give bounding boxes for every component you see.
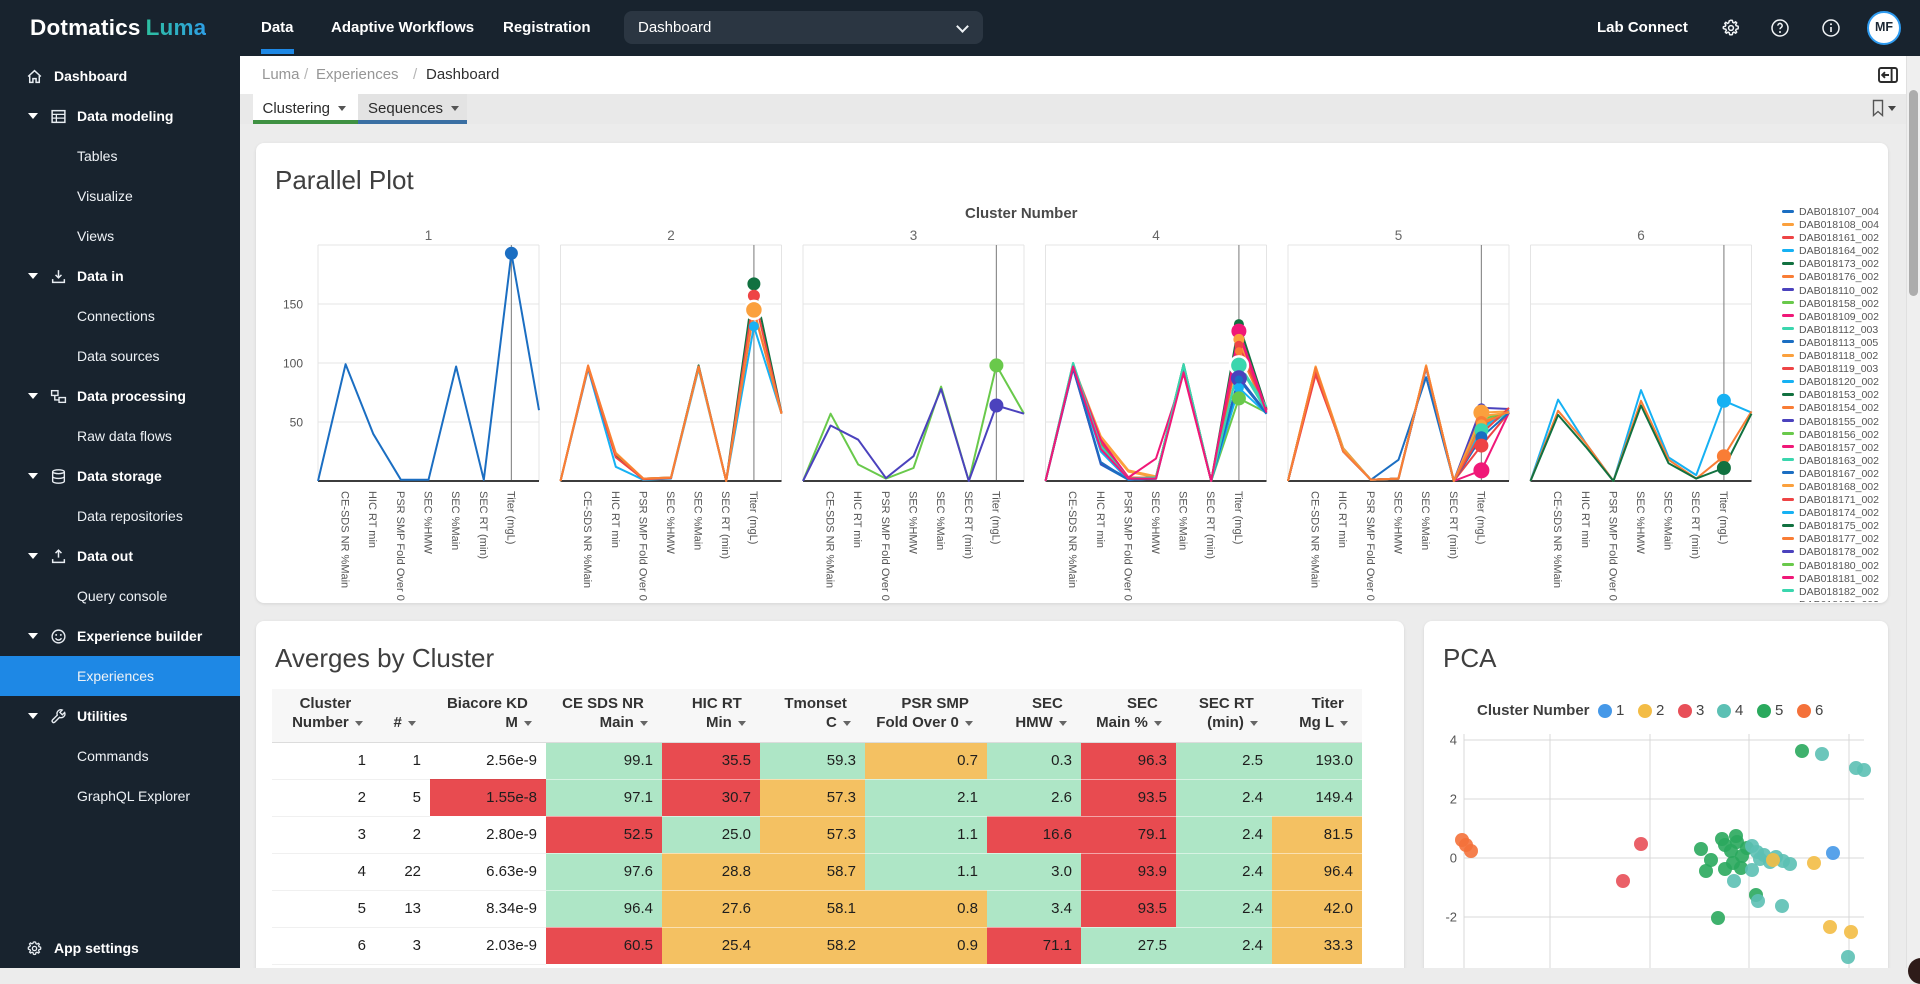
svg-text:50: 50 — [290, 416, 304, 430]
svg-text:CE-SDS NR %Main: CE-SDS NR %Main — [339, 491, 351, 588]
svg-text:PSR SMP Fold Over 0: PSR SMP Fold Over 0 — [394, 491, 406, 601]
svg-text:CE-SDS NR %Main: CE-SDS NR %Main — [1309, 491, 1321, 588]
svg-text:SEC %Main: SEC %Main — [692, 491, 704, 550]
svg-text:SEC RT (min): SEC RT (min) — [1447, 491, 1459, 559]
svg-text:PSR SMP Fold Over 0: PSR SMP Fold Over 0 — [1606, 491, 1618, 601]
svg-text:HIC RT min: HIC RT min — [1094, 491, 1106, 548]
svg-text:Titer (mgL): Titer (mgL) — [1717, 491, 1729, 544]
svg-text:HIC RT min: HIC RT min — [609, 491, 621, 548]
svg-text:HIC RT min: HIC RT min — [1336, 491, 1348, 548]
svg-text:SEC RT (min): SEC RT (min) — [1689, 491, 1701, 559]
svg-text:SEC RT (min): SEC RT (min) — [1204, 491, 1216, 559]
svg-text:SEC %Main: SEC %Main — [1419, 491, 1431, 550]
svg-text:Titer (mgL): Titer (mgL) — [1232, 491, 1244, 544]
svg-text:HIC RT min: HIC RT min — [366, 491, 378, 548]
svg-text:HIC RT min: HIC RT min — [1579, 491, 1591, 548]
svg-text:SEC %Main: SEC %Main — [1662, 491, 1674, 550]
svg-text:HIC RT min: HIC RT min — [851, 491, 863, 548]
svg-text:4: 4 — [1152, 228, 1160, 243]
svg-text:SEC %HMW: SEC %HMW — [664, 491, 676, 555]
svg-text:100: 100 — [283, 357, 303, 371]
svg-text:SEC RT (min): SEC RT (min) — [477, 491, 489, 559]
svg-text:-2: -2 — [1445, 910, 1457, 925]
svg-text:SEC %HMW: SEC %HMW — [1634, 491, 1646, 555]
svg-text:CE-SDS NR %Main: CE-SDS NR %Main — [1066, 491, 1078, 588]
svg-text:5: 5 — [1395, 228, 1403, 243]
svg-text:6: 6 — [1637, 228, 1645, 243]
svg-text:SEC %HMW: SEC %HMW — [422, 491, 434, 555]
svg-text:CE-SDS NR %Main: CE-SDS NR %Main — [824, 491, 836, 588]
svg-text:Titer (mgL): Titer (mgL) — [989, 491, 1001, 544]
svg-text:SEC %Main: SEC %Main — [449, 491, 461, 550]
svg-text:PSR SMP Fold Over 0: PSR SMP Fold Over 0 — [879, 491, 891, 601]
svg-text:SEC RT (min): SEC RT (min) — [719, 491, 731, 559]
svg-text:Titer (mgL): Titer (mgL) — [1474, 491, 1486, 544]
svg-text:PSR SMP Fold Over 0: PSR SMP Fold Over 0 — [1121, 491, 1133, 601]
svg-text:2: 2 — [1450, 792, 1457, 807]
svg-text:SEC %HMW: SEC %HMW — [1392, 491, 1404, 555]
svg-text:SEC %HMW: SEC %HMW — [907, 491, 919, 555]
svg-text:SEC RT (min): SEC RT (min) — [962, 491, 974, 559]
svg-text:SEC %HMW: SEC %HMW — [1149, 491, 1161, 555]
svg-text:CE-SDS NR %Main: CE-SDS NR %Main — [581, 491, 593, 588]
svg-text:2: 2 — [667, 228, 675, 243]
svg-text:1: 1 — [425, 228, 433, 243]
svg-text:PSR SMP Fold Over 0: PSR SMP Fold Over 0 — [1364, 491, 1376, 601]
svg-text:SEC %Main: SEC %Main — [934, 491, 946, 550]
svg-text:3: 3 — [910, 228, 918, 243]
svg-text:Titer (mgL): Titer (mgL) — [747, 491, 759, 544]
svg-text:0: 0 — [1450, 851, 1457, 866]
svg-text:CE-SDS NR %Main: CE-SDS NR %Main — [1551, 491, 1563, 588]
svg-text:PSR SMP Fold Over 0: PSR SMP Fold Over 0 — [636, 491, 648, 601]
svg-text:150: 150 — [283, 298, 303, 312]
svg-text:4: 4 — [1450, 733, 1457, 748]
svg-text:Titer (mgL): Titer (mgL) — [504, 491, 516, 544]
svg-text:SEC %Main: SEC %Main — [1177, 491, 1189, 550]
